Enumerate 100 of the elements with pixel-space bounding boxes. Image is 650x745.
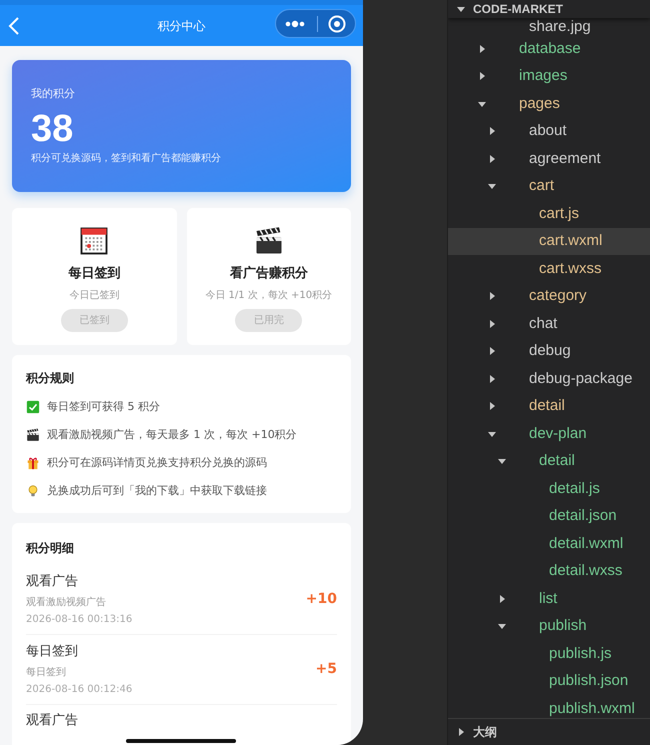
record-time: 2026-08-16 00:13:16	[26, 612, 132, 627]
outline-header[interactable]: 大纲	[448, 718, 650, 745]
points-hint: 积分可兑换源码，签到和看广告都能赚积分	[31, 152, 222, 166]
tree-label: publish.wxml	[549, 698, 635, 718]
capsule-menu[interactable]	[275, 9, 356, 38]
tree-label: debug	[529, 341, 571, 361]
caret-right-icon[interactable]	[457, 728, 465, 736]
outline-title: 大纲	[473, 724, 497, 741]
record-title: 每日签到	[26, 643, 79, 662]
tree-label: about	[529, 121, 567, 141]
record-title: 观看广告	[26, 573, 79, 592]
folder-row[interactable]: database	[448, 35, 650, 62]
tree-label: detail.js	[549, 478, 600, 498]
tree-label: detail.wxss	[549, 561, 622, 581]
tree-label: detail	[539, 451, 575, 471]
tree-label: detail.json	[549, 506, 617, 526]
folder-row[interactable]: chat	[448, 310, 650, 338]
file-row[interactable]: publish.json	[448, 668, 650, 695]
file-row[interactable]: cart.wxss	[448, 255, 650, 282]
caret-right-icon[interactable]	[488, 292, 496, 300]
check-icon	[26, 400, 40, 414]
record-title: 观看广告	[26, 712, 78, 730]
file-row[interactable]: cart.wxml	[448, 228, 650, 255]
file-row[interactable]: publish.wxml	[448, 695, 650, 718]
file-row[interactable]: detail.wxml	[448, 530, 650, 558]
caret-down-icon[interactable]	[498, 457, 506, 466]
caret-right-icon[interactable]	[488, 374, 496, 383]
folder-row[interactable]: list	[448, 585, 650, 612]
tree-label: pages	[519, 94, 560, 114]
more-icon[interactable]	[285, 20, 305, 28]
tree-label: publish.json	[549, 671, 628, 691]
tree-label: chat	[529, 314, 558, 334]
record-time: 2026-08-16 00:12:46	[26, 682, 132, 697]
record-desc: 观看激励视频广告	[26, 596, 107, 610]
tree-label: agreement	[529, 148, 601, 168]
folder-row[interactable]: detail	[448, 448, 650, 475]
rule-text: 积分可在源码详情页兑换支持积分兑换的源码	[47, 454, 267, 471]
caret-down-icon[interactable]	[498, 622, 506, 630]
nav-title: 积分中心	[156, 18, 206, 34]
clapperboard-icon	[254, 226, 284, 256]
folder-row[interactable]: agreement	[448, 145, 650, 172]
explorer-header[interactable]: CODE-MARKET	[448, 0, 650, 18]
record-amount: +10	[306, 590, 337, 609]
folder-row[interactable]: publish	[448, 612, 650, 640]
tree-label: cart.js	[539, 204, 580, 224]
record-amount: +5	[316, 660, 337, 679]
tree-label: images	[519, 66, 568, 86]
folder-row[interactable]: debug	[448, 338, 650, 365]
caret-right-icon[interactable]	[488, 402, 496, 410]
points-value: 38	[31, 106, 74, 150]
lightbulb-icon	[26, 484, 40, 498]
caret-right-icon[interactable]	[488, 347, 496, 356]
tree-label: debug-package	[529, 368, 632, 388]
gift-icon	[26, 456, 40, 470]
folder-row[interactable]: detail	[448, 392, 650, 420]
records-title: 积分明细	[26, 540, 75, 557]
tree-label: dev-plan	[529, 424, 587, 444]
task-title: 看广告赚积分	[230, 264, 308, 283]
caret-right-icon[interactable]	[478, 72, 486, 80]
tree-label: cart.wxss	[539, 258, 602, 278]
rule-text: 观看激励视频广告，每天最多 1 次，每次 +10积分	[47, 426, 297, 443]
back-icon[interactable]	[8, 16, 20, 34]
tree-label: cart.wxml	[539, 231, 602, 251]
caret-right-icon[interactable]	[478, 44, 486, 53]
tree-label: publish.js	[549, 644, 612, 664]
rule-text: 每日签到可获得 5 积分	[47, 398, 160, 415]
folder-row[interactable]: dev-plan	[448, 420, 650, 448]
tree-label: list	[539, 588, 558, 608]
points-label: 我的积分	[31, 86, 76, 102]
caret-down-icon[interactable]	[488, 430, 496, 438]
tree-label: detail	[529, 396, 565, 416]
task-subtitle: 今日 1/1 次，每次 +10积分	[205, 288, 332, 302]
file-row[interactable]: detail.json	[448, 502, 650, 530]
caret-right-icon[interactable]	[488, 320, 496, 328]
explorer-title: CODE-MARKET	[473, 1, 563, 18]
tree-label: category	[529, 286, 587, 306]
file-row[interactable]: detail.wxss	[448, 558, 650, 585]
caret-right-icon[interactable]	[488, 154, 496, 163]
file-row[interactable]: publish.js	[448, 640, 650, 668]
file-row[interactable]: share.jpg	[448, 18, 650, 35]
folder-row[interactable]: pages	[448, 90, 650, 118]
file-row[interactable]: detail.js	[448, 475, 650, 502]
folder-row[interactable]: images	[448, 62, 650, 90]
task-title: 每日签到	[68, 265, 120, 283]
task-subtitle: 今日已签到	[69, 288, 120, 302]
caret-down-icon[interactable]	[457, 5, 465, 13]
caret-right-icon[interactable]	[488, 127, 496, 136]
rule-text: 兑换成功后可到「我的下载」中获取下载链接	[47, 482, 267, 499]
folder-row[interactable]: debug-package	[448, 365, 650, 392]
caret-down-icon[interactable]	[478, 100, 486, 108]
tree-label: detail.wxml	[549, 534, 624, 554]
record-desc: 每日签到	[26, 666, 67, 680]
folder-row[interactable]: cart	[448, 172, 650, 200]
caret-right-icon[interactable]	[498, 594, 506, 603]
file-row[interactable]: cart.js	[448, 200, 650, 228]
clapperboard-icon	[26, 428, 40, 442]
tree-label: cart	[529, 176, 554, 196]
folder-row[interactable]: about	[448, 118, 650, 145]
caret-down-icon[interactable]	[488, 182, 496, 190]
folder-row[interactable]: category	[448, 282, 650, 310]
